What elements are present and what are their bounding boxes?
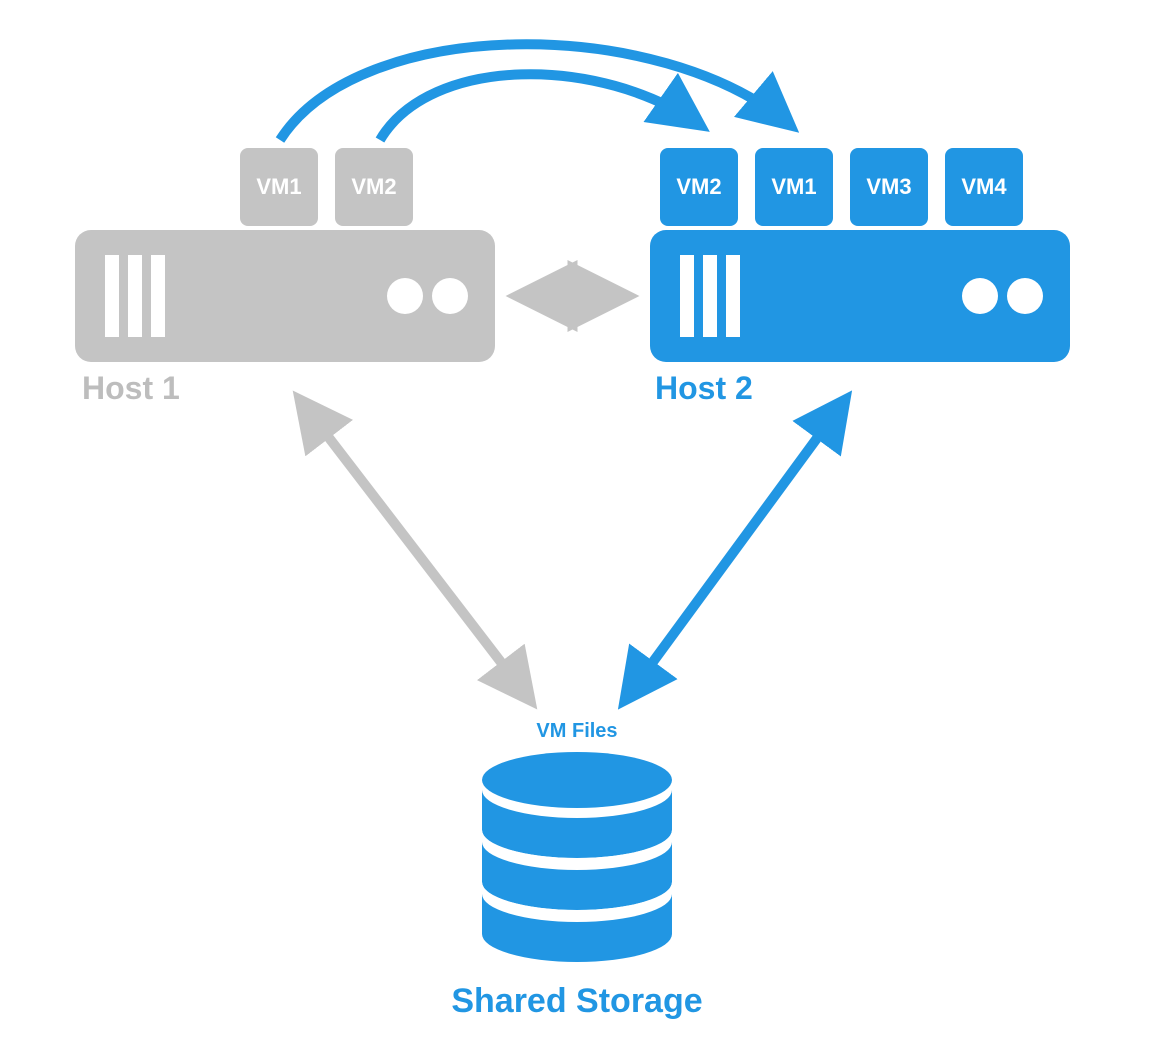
vm-label: VM2 — [676, 174, 721, 200]
host2-label: Host 2 — [655, 370, 753, 407]
host2-vm3: VM3 — [850, 148, 928, 226]
migration-arrow-vm2 — [380, 74, 700, 140]
host1-vm1: VM1 — [240, 148, 318, 226]
host1-vm2: VM2 — [335, 148, 413, 226]
host2-server-icon — [650, 230, 1070, 362]
shared-storage-label: Shared Storage — [400, 982, 754, 1021]
host1-server-icon — [75, 230, 495, 362]
vm-label: VM1 — [256, 174, 301, 200]
vm-label: VM4 — [961, 174, 1006, 200]
migration-arrow-vm1 — [280, 44, 790, 140]
host2-vm2: VM2 — [660, 148, 738, 226]
host1-storage-link — [300, 400, 530, 700]
host2-vm4: VM4 — [945, 148, 1023, 226]
shared-storage-icon — [482, 752, 672, 962]
diagram-stage: VM1 VM2 VM2 VM1 VM3 VM4 Host 1 Host 2 VM… — [0, 0, 1154, 1057]
host2-storage-link — [625, 400, 845, 700]
vm-files-label: VM Files — [500, 720, 654, 743]
vm-label: VM3 — [866, 174, 911, 200]
vm-label: VM1 — [771, 174, 816, 200]
vm-label: VM2 — [351, 174, 396, 200]
host1-label: Host 1 — [82, 370, 180, 407]
host2-vm1: VM1 — [755, 148, 833, 226]
